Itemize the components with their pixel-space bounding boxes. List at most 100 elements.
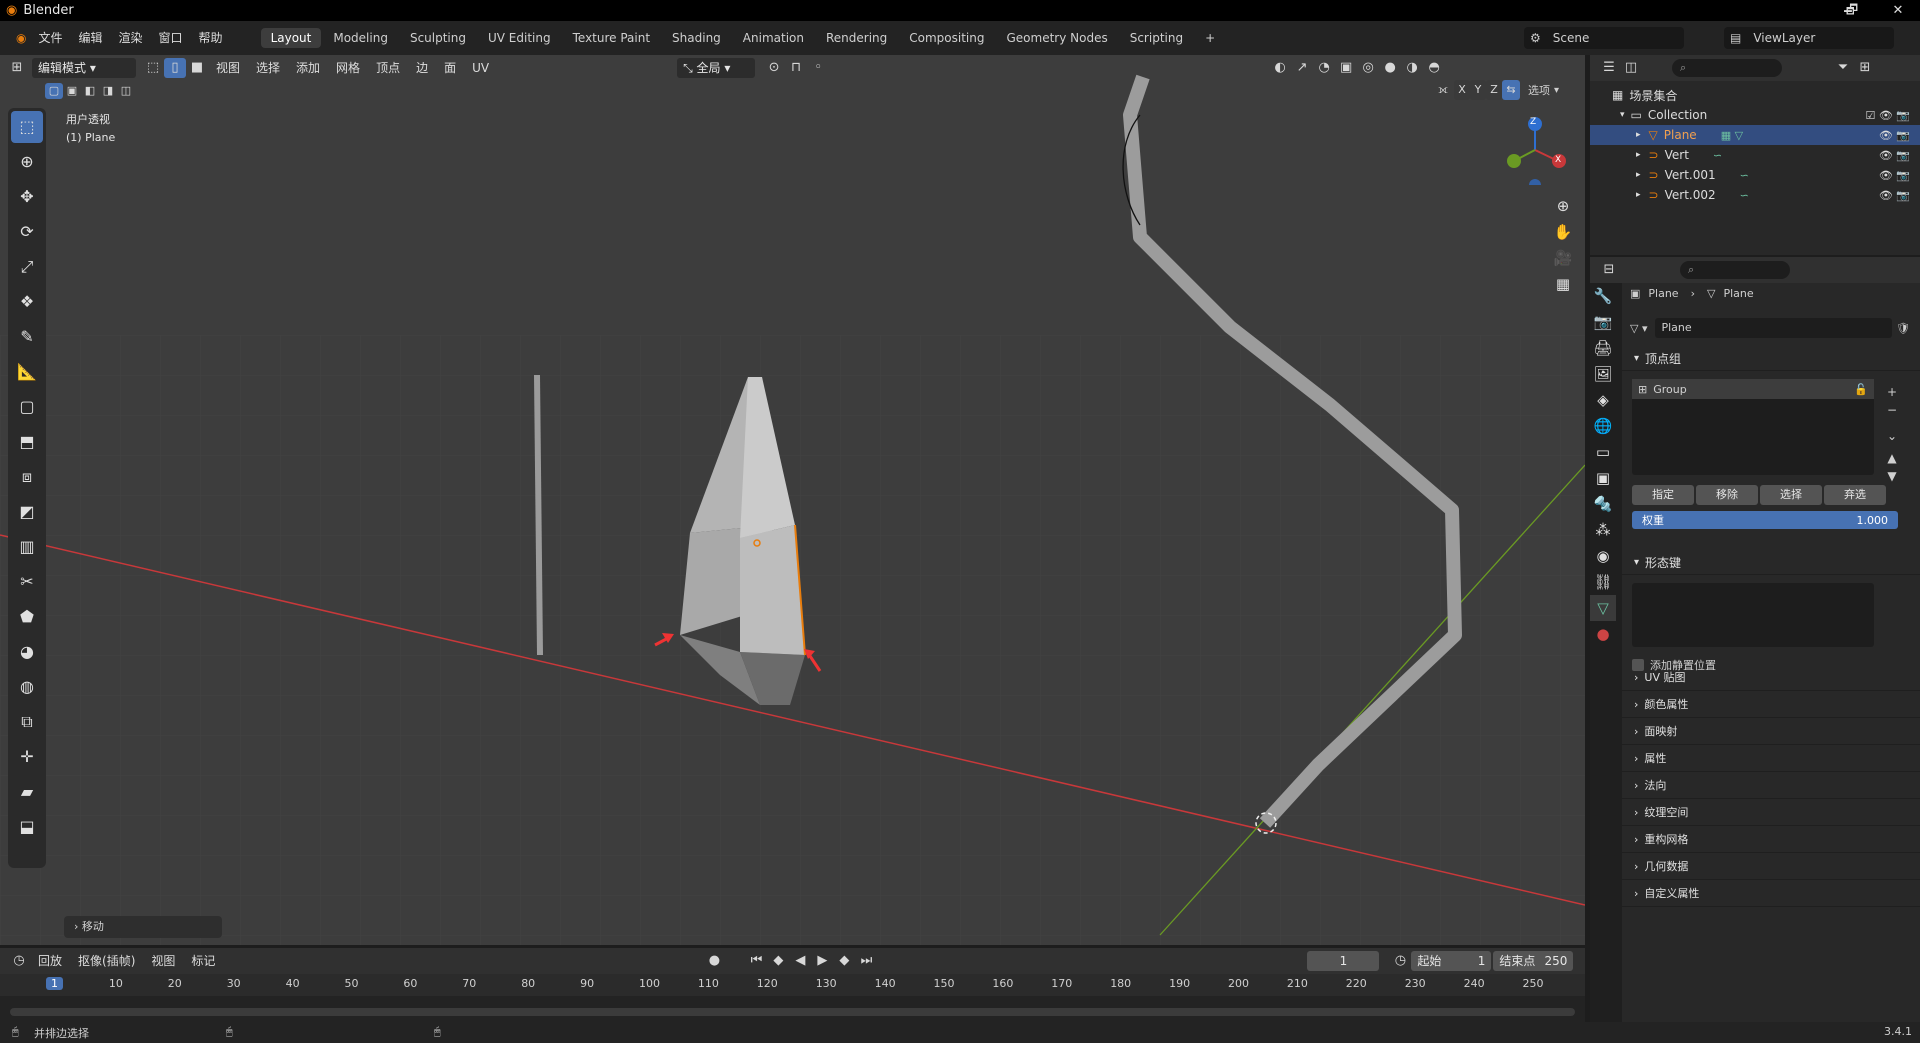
jump-end-icon[interactable]: ⏭ bbox=[855, 951, 877, 971]
bevel-tool-icon[interactable]: ◩ bbox=[11, 496, 43, 528]
constraints-tab-icon[interactable]: ⛓ bbox=[1590, 569, 1616, 595]
play-reverse-icon[interactable]: ◀ bbox=[789, 951, 811, 971]
jump-keyframe-forward-icon[interactable]: ◆ bbox=[833, 951, 855, 971]
proportional-edit-icon[interactable]: ◦ bbox=[807, 58, 829, 78]
vertex-groups-header[interactable]: ▾ 顶点组 bbox=[1622, 347, 1920, 371]
solid-shading-icon[interactable]: ● bbox=[1379, 58, 1401, 78]
move-down-icon[interactable]: ▼ bbox=[1882, 467, 1902, 485]
tab-animation[interactable]: Animation bbox=[733, 28, 814, 48]
wireframe-shading-icon[interactable]: ◎ bbox=[1357, 58, 1379, 78]
navigation-gizmo[interactable]: Z X bbox=[1500, 115, 1570, 191]
panel-face-maps[interactable]: › 面映射 bbox=[1622, 718, 1920, 745]
remove-button[interactable]: 移除 bbox=[1696, 485, 1758, 505]
3d-viewport[interactable]: ⊞ 编辑模式 ▾ ⬚ ▯ ■ 视图 选择 添加 网格 顶点 边 面 UV ⤡ 全… bbox=[0, 55, 1585, 945]
extend-selection-icon[interactable]: ▣ bbox=[63, 83, 81, 99]
jump-start-icon[interactable]: ⏮ bbox=[745, 951, 767, 971]
perspective-grid-icon[interactable]: ▦ bbox=[1550, 271, 1576, 297]
rip-tool-icon[interactable]: ⬓ bbox=[11, 811, 43, 843]
viewport-menu-face[interactable]: 面 bbox=[436, 55, 464, 85]
viewport-menu-mesh[interactable]: 网格 bbox=[328, 55, 368, 85]
intersect-selection-icon[interactable]: ◫ bbox=[117, 83, 135, 99]
object-tab-icon[interactable]: ▣ bbox=[1590, 465, 1616, 491]
outliner-row-vert-001[interactable]: ▸ ⊃ Vert.001 ∽ 👁 📷 bbox=[1590, 165, 1920, 185]
transform-tool-icon[interactable]: ❖ bbox=[11, 286, 43, 318]
row-visibility-icons[interactable]: 👁 📷 bbox=[1879, 189, 1910, 202]
subtract-selection-icon[interactable]: ◧ bbox=[81, 83, 99, 99]
mirror-x-toggle[interactable]: X bbox=[1454, 80, 1470, 100]
options-menu[interactable]: 选项 bbox=[1528, 82, 1550, 98]
outliner-row-plane[interactable]: ▸ ▽ Plane ▦ ▽ 👁 📷 bbox=[1590, 125, 1920, 145]
add-group-icon[interactable]: + bbox=[1882, 383, 1902, 401]
scale-tool-icon[interactable]: ⤢ bbox=[11, 251, 43, 283]
scene-collection-row[interactable]: ▦ 场景集合 bbox=[1590, 85, 1920, 105]
tab-rendering[interactable]: Rendering bbox=[816, 28, 897, 48]
zoom-icon[interactable]: ⊕ bbox=[1550, 193, 1576, 219]
frame-end-field[interactable]: 结束点 250 bbox=[1493, 951, 1574, 971]
tab-shading[interactable]: Shading bbox=[662, 28, 731, 48]
panel-attributes[interactable]: › 属性 bbox=[1622, 745, 1920, 772]
weight-slider[interactable]: 权重 1.000 bbox=[1632, 511, 1898, 529]
xray-icon[interactable]: ▣ bbox=[1335, 58, 1357, 78]
timeline-menu-keying[interactable]: 抠像(插帧) bbox=[70, 944, 143, 978]
auto-keying-icon[interactable]: ● bbox=[703, 951, 725, 971]
move-up-icon[interactable]: ▲ bbox=[1882, 449, 1902, 467]
viewport-menu-edge[interactable]: 边 bbox=[408, 55, 436, 85]
knife-tool-icon[interactable]: ✂ bbox=[11, 566, 43, 598]
tab-scripting[interactable]: Scripting bbox=[1120, 28, 1193, 48]
collection-tab-icon[interactable]: ▭ bbox=[1590, 439, 1616, 465]
material-tab-icon[interactable]: ● bbox=[1590, 621, 1616, 647]
shrink-fatten-tool-icon[interactable]: ✛ bbox=[11, 741, 43, 773]
world-tab-icon[interactable]: 🌐 bbox=[1590, 413, 1616, 439]
rendered-shading-icon[interactable]: ◓ bbox=[1423, 58, 1445, 78]
extrude-tool-icon[interactable]: ⬒ bbox=[11, 426, 43, 458]
viewport-menu-vertex[interactable]: 顶点 bbox=[368, 55, 408, 85]
visibility-icon[interactable]: ◐ bbox=[1269, 58, 1291, 78]
add-workspace-button[interactable]: + bbox=[1195, 28, 1225, 48]
expand-icon[interactable]: ▸ bbox=[1636, 190, 1641, 200]
vertex-select-icon[interactable]: ⬚ bbox=[142, 58, 164, 78]
camera-icon[interactable]: 🎥 bbox=[1550, 245, 1576, 271]
menu-help[interactable]: 帮助 bbox=[191, 21, 231, 55]
transform-orientation-selector[interactable]: ⤡ 全局 ▾ bbox=[677, 58, 756, 78]
scene-selector[interactable]: ⚙ Scene bbox=[1524, 27, 1684, 49]
mirror-y-toggle[interactable]: Y bbox=[1470, 80, 1486, 100]
material-shading-icon[interactable]: ◑ bbox=[1401, 58, 1423, 78]
mesh-data-icon[interactable]: ▽ ▾ bbox=[1630, 322, 1647, 335]
mesh-data-tab-icon[interactable]: ▽ bbox=[1590, 595, 1616, 621]
menu-render[interactable]: 渲染 bbox=[111, 21, 151, 55]
viewport-menu-uv[interactable]: UV bbox=[464, 55, 497, 85]
rotate-tool-icon[interactable]: ⟳ bbox=[11, 216, 43, 248]
edge-select-icon[interactable]: ▯ bbox=[164, 58, 186, 78]
auto-merge-icon[interactable]: ⇆ bbox=[1502, 80, 1520, 100]
panel-normals[interactable]: › 法向 bbox=[1622, 772, 1920, 799]
pan-hand-icon[interactable]: ✋ bbox=[1550, 219, 1576, 245]
restore-button[interactable]: 🗗 bbox=[1830, 0, 1874, 21]
gizmo-toggle-icon[interactable]: ↗ bbox=[1291, 58, 1313, 78]
lock-icon[interactable]: 🔓 bbox=[1854, 383, 1868, 396]
tab-uv-editing[interactable]: UV Editing bbox=[478, 28, 561, 48]
remove-group-icon[interactable]: − bbox=[1882, 401, 1902, 419]
spin-tool-icon[interactable]: ◕ bbox=[11, 636, 43, 668]
expand-icon[interactable]: ▸ bbox=[1636, 150, 1641, 160]
poly-build-tool-icon[interactable]: ⬟ bbox=[11, 601, 43, 633]
measure-tool-icon[interactable]: 📐 bbox=[11, 356, 43, 388]
frame-ruler[interactable]: 1 10 20 30 40 50 60 70 80 90 100 110 120 130 140 150 160… bbox=[0, 974, 1585, 996]
expand-collection-icon[interactable]: ▾ bbox=[1620, 110, 1625, 120]
panel-color-attributes[interactable]: › 颜色属性 bbox=[1622, 691, 1920, 718]
specials-menu-icon[interactable]: ⌄ bbox=[1882, 427, 1902, 445]
modifier-tab-icon[interactable]: 🔩 bbox=[1590, 491, 1616, 517]
mirror-z-toggle[interactable]: Z bbox=[1486, 80, 1502, 100]
select-button[interactable]: 选择 bbox=[1760, 485, 1822, 505]
collection-row[interactable]: ▾ ▭ Collection ☑ 👁 📷 bbox=[1590, 105, 1920, 125]
preview-range-icon[interactable]: ◷ bbox=[1389, 951, 1411, 971]
properties-search-input[interactable]: ⌕ bbox=[1680, 261, 1790, 279]
add-cube-tool-icon[interactable]: ▢ bbox=[11, 391, 43, 423]
edge-slide-tool-icon[interactable]: ⧉ bbox=[11, 706, 43, 738]
row-visibility-icons[interactable]: 👁 📷 bbox=[1879, 129, 1910, 142]
panel-geometry-data[interactable]: › 几何数据 bbox=[1622, 853, 1920, 880]
menu-edit[interactable]: 编辑 bbox=[71, 21, 111, 55]
operator-panel[interactable]: › 移动 bbox=[64, 916, 222, 938]
timeline-scrollbar[interactable] bbox=[10, 1008, 1575, 1016]
jump-keyframe-back-icon[interactable]: ◆ bbox=[767, 951, 789, 971]
filter-icon[interactable]: ⏷ bbox=[1832, 58, 1854, 78]
